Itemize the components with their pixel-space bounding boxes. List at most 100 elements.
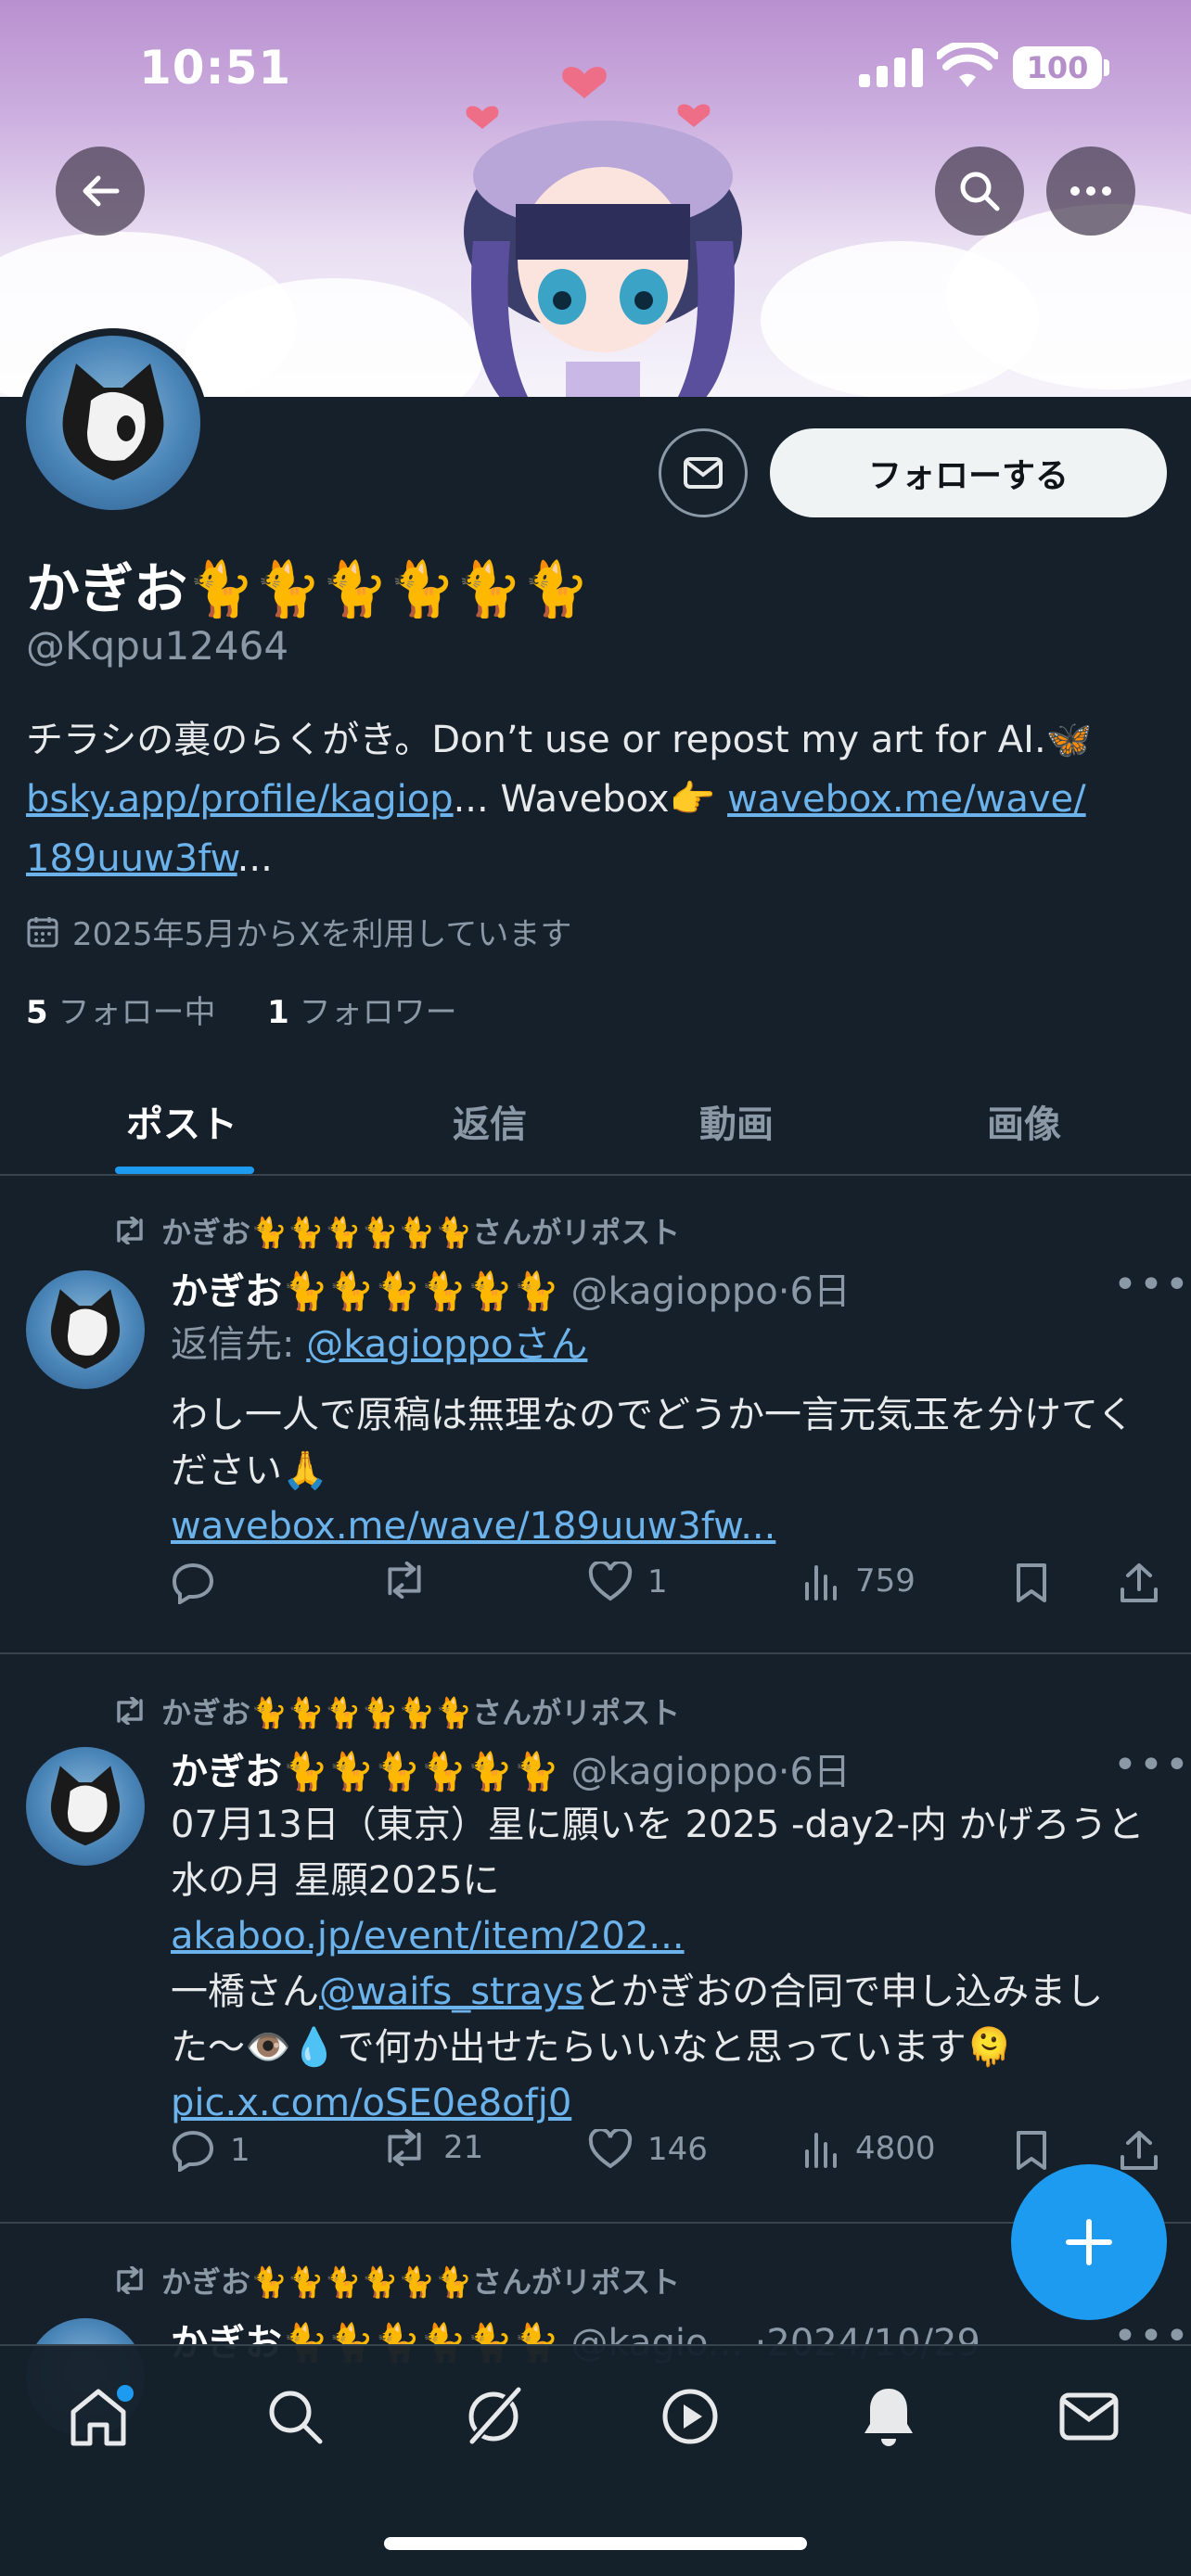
profile-avatar[interactable] [19,328,208,517]
reply-button[interactable]: 1 [171,2129,250,2172]
reply-button[interactable] [171,1562,230,1604]
bookmark-icon [1017,2131,1046,2170]
post-text: 07月13日（東京）星に願いを 2025 -day2-内 かげろうと水の月 星願… [171,1804,1145,2124]
author-handle-time[interactable]: @kagioppo·6日 [559,1270,851,1313]
post-link[interactable]: akaboo.jp/event/item/202... [171,1915,685,1958]
repost-button[interactable]: 21 [380,2129,483,2166]
heart-icon [588,2129,633,2169]
mail-icon [1059,2392,1119,2441]
repost-icon [388,2129,421,2166]
profile-tabs: ポスト 返信 動画 画像 [0,1066,1191,1176]
share-button[interactable] [1119,2129,1159,2172]
views-button[interactable]: 4800 [803,2129,936,2168]
tab-replies[interactable]: 返信 [453,1094,527,1148]
repost-label: かぎお🐈🐈🐈🐈🐈🐈さんがリポスト [111,1690,680,1732]
post[interactable]: かぎお🐈🐈🐈🐈🐈🐈さんがリポスト かぎお🐈🐈🐈🐈🐈🐈 @kagioppo·6日 … [0,1176,1191,1654]
views-icon [805,1565,837,1600]
bio-text: チラシの裏のらくがき。Don’t use or repost my art fo… [26,719,1093,761]
author-name[interactable]: かぎお🐈🐈🐈🐈🐈🐈 [171,1270,559,1313]
repost-button[interactable] [380,1562,443,1599]
repost-icon [117,1697,143,1725]
reply-icon [172,2130,214,2172]
share-icon [1121,2131,1158,2170]
avatar[interactable] [26,1270,145,1389]
share-button[interactable] [1119,1562,1159,1604]
author-handle-time[interactable]: @kagioppo·6日 [559,1751,851,1793]
search-button[interactable] [935,147,1024,236]
grok-icon [467,2386,521,2447]
wifi-icon [937,43,998,87]
plus-icon [1066,2219,1112,2265]
share-icon [1121,1563,1158,1602]
reply-icon [172,1562,214,1604]
avatar-image [50,1289,121,1370]
active-tab-indicator [115,1167,254,1174]
post-header: かぎお🐈🐈🐈🐈🐈🐈 @kagioppo·6日 [171,1261,851,1315]
bio-link-wavebox-cont[interactable]: 189uuw3fw [26,837,237,880]
search-icon [960,172,1000,211]
post-actions: 1 21 146 4800 [171,2129,1169,2185]
nav-grok[interactable] [456,2379,531,2454]
more-horizontal-icon[interactable]: ••• [1113,1741,1191,1789]
bio-link-bsky[interactable]: bsky.app/profile/kagiop [26,778,454,821]
repost-icon [117,2266,143,2294]
repost-label: かぎお🐈🐈🐈🐈🐈🐈さんがリポスト [111,1209,680,1252]
tab-media[interactable]: 画像 [987,1094,1061,1148]
cellular-signal-icon [859,48,923,87]
mail-icon [684,457,723,489]
back-button[interactable] [56,147,145,236]
bookmark-button[interactable] [1015,2129,1048,2172]
follow-counts: 5 フォロー中 1 フォロワー [26,987,457,1032]
followers-link[interactable]: 1 フォロワー [267,994,456,1031]
more-options-button[interactable] [1046,147,1135,236]
nav-search[interactable] [258,2379,332,2454]
nav-notifications[interactable] [852,2379,926,2454]
compose-button[interactable] [1011,2164,1167,2320]
post-text: わし一人で原稿は無理なのでどうか一言元気玉を分けてください🙏 wavebox.m… [171,1394,1134,1548]
video-icon [662,2389,718,2444]
tab-videos[interactable]: 動画 [699,1094,774,1148]
bookmark-icon [1017,1563,1046,1602]
bio-ellipsis: ... [237,837,273,880]
home-indicator [384,2537,807,2550]
post-header: かぎお🐈🐈🐈🐈🐈🐈 @kagioppo·6日 [171,1741,851,1795]
bio-text: ... Wavebox👉 [453,778,728,821]
calendar-icon [27,916,58,947]
bookmark-button[interactable] [1015,1562,1048,1604]
profile-handle: @Kqpu12464 [26,623,289,669]
avatar[interactable] [26,1747,145,1866]
more-horizontal-icon [1070,186,1111,196]
profile-bio: チラシの裏のらくがき。Don’t use or repost my art fo… [26,710,1176,888]
bio-link-wavebox[interactable]: wavebox.me/wave/ [727,778,1086,821]
status-time: 10:51 [139,41,292,95]
repost-icon [117,1217,143,1244]
post-actions: 1 759 [171,1562,1169,1617]
search-icon [269,2391,323,2444]
battery-indicator: 100 [1013,46,1102,89]
banner-illustration [464,67,742,397]
joined-date: 2025年5月からXを利用しています [26,909,571,954]
joined-text: 2025年5月からXを利用しています [72,916,572,953]
like-button[interactable]: 146 [588,2129,708,2170]
nav-home-unread-dot [117,2385,134,2402]
views-icon [805,2133,837,2168]
reply-to: 返信先: @kagioppoさん [171,1323,588,1366]
following-link[interactable]: 5 フォロー中 [26,994,215,1031]
mention-link[interactable]: @waifs_strays [319,1970,583,2013]
like-button[interactable]: 1 [588,1562,668,1602]
repost-label: かぎお🐈🐈🐈🐈🐈🐈さんがリポスト [111,2259,680,2302]
heart-icon [588,1562,633,1601]
post-link[interactable]: wavebox.me/wave/189uuw3fw... [171,1505,775,1548]
nav-messages[interactable] [1052,2379,1126,2454]
more-horizontal-icon[interactable]: ••• [1113,1261,1191,1308]
reply-to-link[interactable]: @kagioppoさん [306,1323,587,1366]
views-button[interactable]: 759 [803,1562,916,1600]
media-link[interactable]: pic.x.com/oSE0e8ofj0 [171,2082,571,2124]
message-button[interactable] [659,428,748,517]
follow-button[interactable]: フォローする [770,428,1167,517]
post[interactable]: かぎお🐈🐈🐈🐈🐈🐈さんがリポスト かぎお🐈🐈🐈🐈🐈🐈 @kagioppo·6日 … [0,1654,1191,2224]
nav-home[interactable] [61,2379,135,2454]
author-name[interactable]: かぎお🐈🐈🐈🐈🐈🐈 [171,1751,559,1793]
nav-video[interactable] [653,2379,727,2454]
tab-posts[interactable]: ポスト [126,1094,237,1148]
